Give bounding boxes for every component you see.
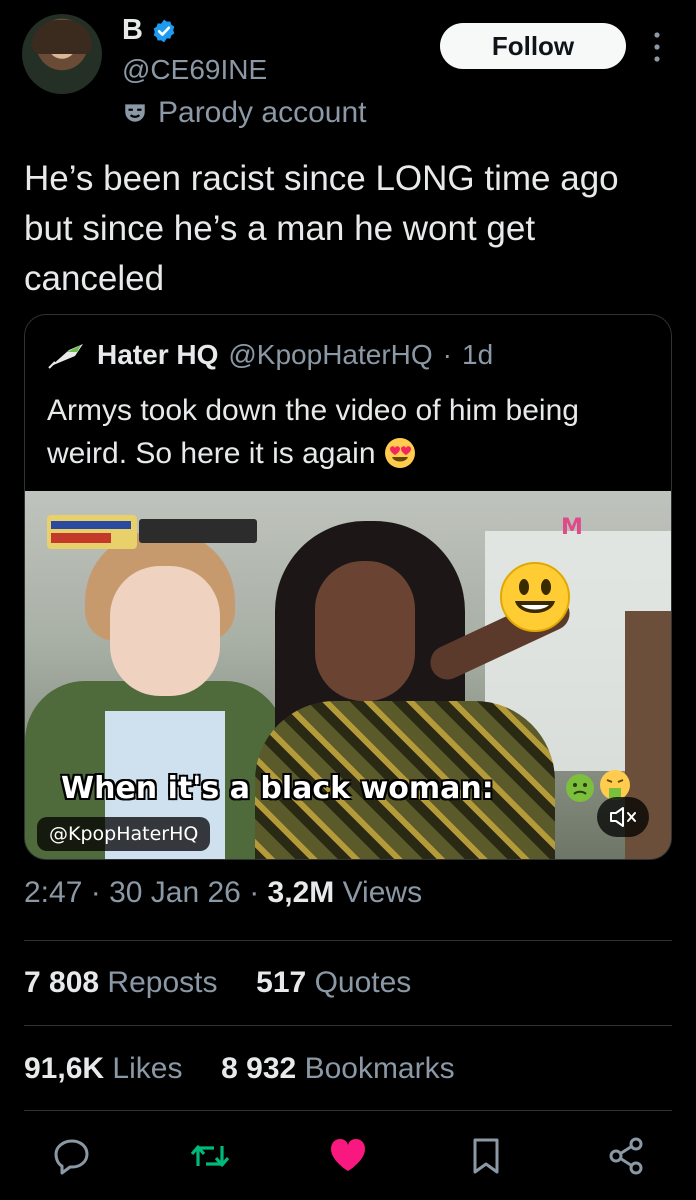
video-caption: When it's a black woman: [61,771,494,806]
heart-eyes-emoji-icon [384,438,415,468]
show-logo-badge-icon [47,515,257,549]
parody-mask-icon [125,104,145,122]
quoted-author-handle[interactable]: @KpopHaterHQ [228,339,432,371]
quoted-tweet-header: Hater HQ @KpopHaterHQ · 1d [47,339,493,371]
bookmark-icon[interactable] [466,1136,506,1176]
quoted-text-block: Armys took down the video of him being w… [47,389,647,475]
divider [24,940,672,941]
tweet-meta: 2:47 · 30 Jan 26 · 3,2M Views [24,876,422,910]
action-bar [0,1136,696,1180]
views-label: Views [342,876,423,909]
engagement-row-1: 7 808 Reposts 517 Quotes [24,966,411,1000]
repost-icon[interactable] [190,1136,230,1176]
quoted-author-avatar-icon[interactable] [47,340,87,370]
divider [24,1025,672,1026]
author-handle[interactable]: @CE69INE [122,54,267,86]
reposts-label: Reposts [107,966,218,999]
mute-button[interactable] [597,797,649,837]
parody-label: Parody account [122,96,366,130]
video-watermark: @KpopHaterHQ [37,817,211,851]
engagement-row-2: 91,6K Likes 8 932 Bookmarks [24,1052,455,1086]
quotes-link[interactable]: 517 Quotes [256,966,411,999]
reposts-count: 7 808 [24,966,100,999]
channel-logo: M [561,515,583,540]
likes-link[interactable]: 91,6K Likes [24,1052,191,1085]
likes-label: Likes [112,1052,183,1085]
likes-count: 91,6K [24,1052,105,1085]
quoted-tweet[interactable]: Hater HQ @KpopHaterHQ · 1d Armys took do… [24,314,672,860]
meta-separator: · [90,876,101,909]
nauseated-face-icon [566,774,594,802]
meta-separator: · [249,876,260,909]
reply-icon[interactable] [52,1136,92,1176]
video-player[interactable]: M When it's a black woman: @KpopHaterHQ [25,491,671,859]
verified-badge-icon [153,19,175,42]
reposts-link[interactable]: 7 808 Reposts [24,966,226,999]
bookmarks-count: 8 932 [221,1052,297,1085]
divider [24,1110,672,1111]
mute-icon [610,807,636,827]
tweet-time[interactable]: 2:47 [24,876,82,909]
views-count: 3,2M [267,876,335,909]
more-icon[interactable] [648,30,666,64]
quoted-timestamp[interactable]: 1d [462,339,493,371]
tweet-text: He’s been racist since LONG time ago but… [24,159,619,298]
quoted-author-name[interactable]: Hater HQ [97,339,218,371]
tweet-date[interactable]: 30 Jan 26 [109,876,241,909]
quoted-separator: · [442,339,452,370]
quotes-count: 517 [256,966,307,999]
author-name-row: B [122,14,177,47]
follow-button[interactable]: Follow [440,23,626,69]
bookmarks-label: Bookmarks [304,1052,455,1085]
share-icon[interactable] [606,1136,646,1176]
author-avatar[interactable] [22,14,102,94]
bookmarks-link[interactable]: 8 932 Bookmarks [221,1052,454,1085]
author-display-name[interactable]: B [122,14,143,47]
quotes-label: Quotes [314,966,412,999]
smiley-emoji-icon [500,562,570,632]
quoted-text: Armys took down the video of him being w… [47,394,579,470]
parody-label-text: Parody account [158,96,367,129]
like-icon[interactable] [328,1136,368,1176]
